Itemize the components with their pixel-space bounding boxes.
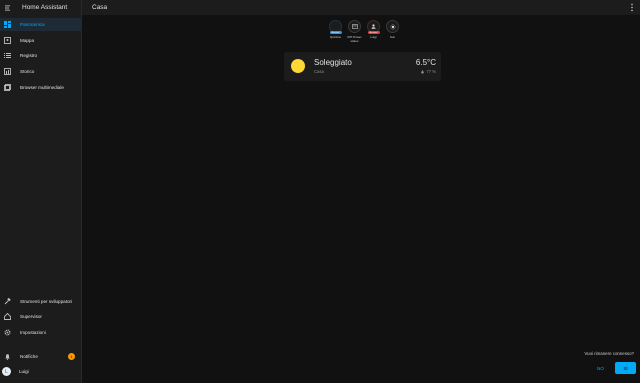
sidebar-item-mappa[interactable]: Mappa [0,34,82,47]
sidebar-item-browser-multimediale[interactable]: Browser multimediale [0,81,82,94]
account-icon [371,24,376,29]
yes-button[interactable]: SÌ [615,362,636,374]
status-pill: Assente [329,31,342,34]
power-badge-circle [348,20,361,33]
sidebar: Home Assistant Panoramica Mappa Registro… [0,0,82,383]
person-badge-circle: Assente [367,20,380,34]
avatar: L [2,367,11,376]
sidebar-item-label: Mappa [20,38,35,43]
sidebar-item-supervisor[interactable]: Supervisor [0,310,82,323]
sidebar-item-label: Supervisor [20,314,42,319]
sunny-weather-icon [291,59,305,73]
weather-entity-name: Casa [314,69,324,74]
badges-row: Assente Quintino RPi Power status Assent… [326,20,402,43]
weather-temperature: 6.5°C [415,58,436,67]
map-icon [3,37,11,45]
app-title: Home Assistant [22,4,68,11]
badge-label: Sun [389,35,396,39]
stay-connected-question: Vuoi rimanere connesso? [584,351,634,356]
sun-icon [389,23,396,30]
badge-label: RPi Power status [347,35,362,43]
person-badge-circle: Assente [329,20,342,34]
sidebar-item-label: Strumenti per sviluppatori [20,299,73,304]
sidebar-item-storico[interactable]: Storico [0,65,82,78]
weather-humidity: 77 % [421,69,436,74]
humidity-value: 77 % [426,69,436,74]
bell-icon [3,353,11,361]
sidebar-item-label: Browser multimediale [20,85,64,90]
sidebar-item-impostazioni[interactable]: Impostazioni [0,326,82,339]
gear-icon [3,329,11,337]
sidebar-item-label: Storico [20,69,35,74]
sidebar-item-label: Impostazioni [20,330,46,335]
sidebar-item-notifiche[interactable]: Notifiche 1 [0,350,82,363]
badge-label: Quintino [329,35,342,39]
no-button[interactable]: NO [597,366,604,371]
more-vert-icon[interactable] [630,3,634,12]
badge-sun[interactable]: Sun [383,20,402,43]
sun-badge-circle [386,20,399,33]
toolbar: Casa [82,0,640,15]
hammer-icon [3,298,11,306]
sidebar-item-panoramica[interactable]: Panoramica [0,18,82,31]
sidebar-item-label: Panoramica [20,22,45,27]
page-title: Casa [92,4,108,11]
chart-icon [3,68,11,76]
weather-state: Soleggiato [314,58,352,67]
notification-count-badge: 1 [68,353,75,360]
menu-icon[interactable] [4,4,12,12]
status-pill: Assente [367,31,380,34]
badge-quintino[interactable]: Assente Quintino [326,20,345,43]
weather-card[interactable]: Soleggiato Casa 6.5°C 77 % [284,52,441,81]
dashboard-icon [3,21,11,29]
supervisor-icon [3,313,11,321]
badge-label: Luigi [370,35,377,39]
sidebar-item-label: Registro [20,53,38,58]
sidebar-item-user[interactable]: L Luigi [0,365,82,378]
sidebar-header: Home Assistant [0,0,81,15]
media-icon [3,84,11,92]
water-drop-icon [421,69,425,74]
sidebar-item-registro[interactable]: Registro [0,49,82,62]
list-icon [3,52,11,60]
badge-luigi[interactable]: Assente Luigi [364,20,383,43]
sidebar-item-strumenti-sviluppatori[interactable]: Strumenti per sviluppatori [0,295,82,308]
sidebar-item-label: Luigi [19,369,29,374]
raspberry-pi-icon [351,24,358,29]
sidebar-item-label: Notifiche [20,354,38,359]
badge-rpi-power-status[interactable]: RPi Power status [345,20,364,43]
